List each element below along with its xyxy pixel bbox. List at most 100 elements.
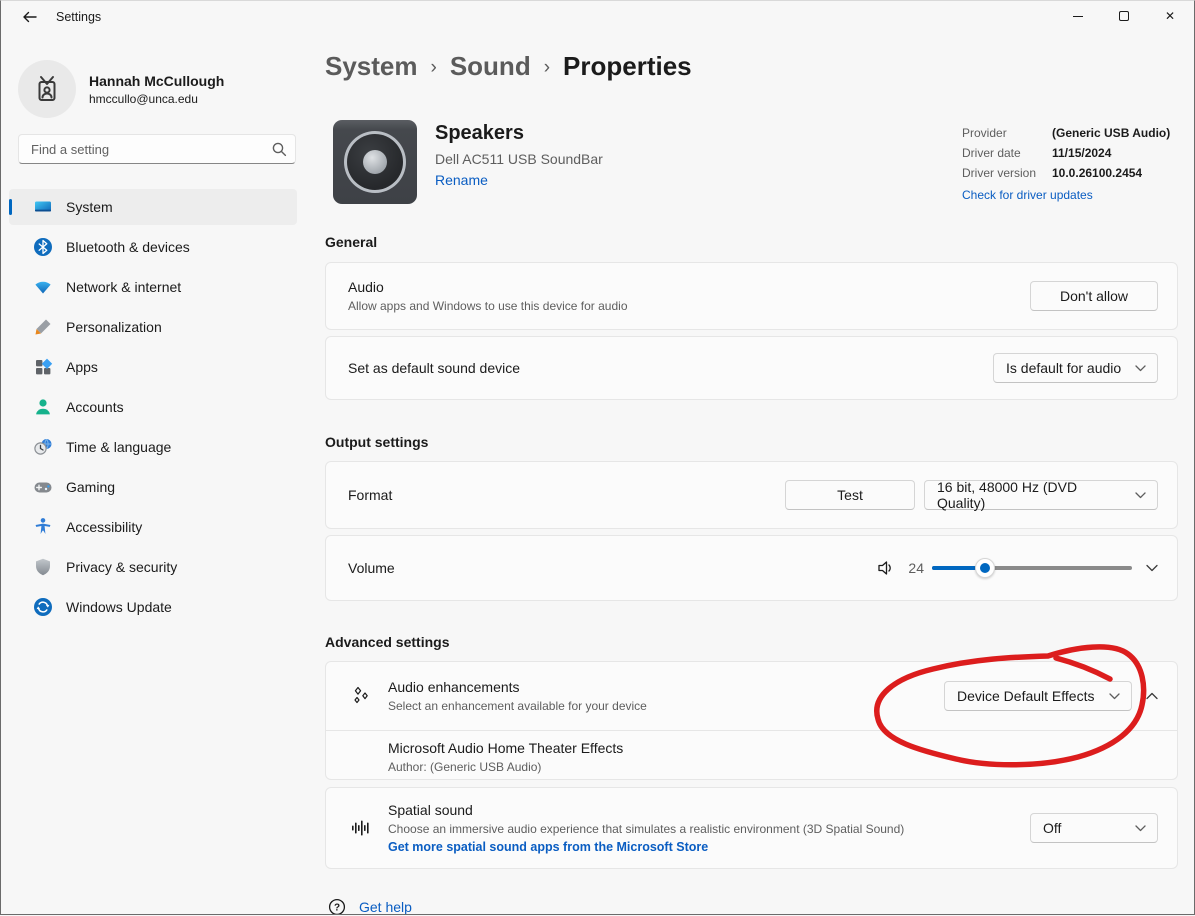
- device-description: Dell AC511 USB SoundBar: [435, 151, 603, 167]
- device-name: Speakers: [435, 122, 524, 145]
- sidebar-item-system[interactable]: System: [9, 189, 297, 225]
- sidebar-item-gaming[interactable]: Gaming: [9, 469, 297, 505]
- search-input[interactable]: [18, 134, 296, 164]
- maximize-button[interactable]: [1101, 0, 1147, 32]
- section-heading-output: Output settings: [325, 434, 428, 450]
- default-device-dropdown[interactable]: Is default for audio: [993, 353, 1158, 383]
- dont-allow-button[interactable]: Don't allow: [1030, 281, 1158, 311]
- enhancement-detail-row: Microsoft Audio Home Theater Effects Aut…: [326, 730, 1177, 780]
- sidebar-item-label: Windows Update: [66, 599, 172, 615]
- sidebar-item-label: Bluetooth & devices: [66, 239, 190, 255]
- rename-link[interactable]: Rename: [435, 172, 488, 188]
- get-help-link: Get help: [359, 899, 412, 915]
- sidebar-item-personalization[interactable]: Personalization: [9, 309, 297, 345]
- sidebar-item-label: Personalization: [66, 319, 162, 335]
- volume-value: 24: [908, 560, 924, 576]
- sparkles-icon: [350, 685, 372, 707]
- sidebar-item-accessibility[interactable]: Accessibility: [9, 509, 297, 545]
- audio-card: Audio Allow apps and Windows to use this…: [325, 262, 1178, 330]
- user-email: hmccullo@unca.edu: [89, 92, 224, 106]
- volume-card: Volume 24: [325, 535, 1178, 601]
- audio-title: Audio: [348, 279, 628, 295]
- breadcrumb-sound[interactable]: Sound: [450, 51, 531, 82]
- system-icon: [33, 197, 53, 217]
- volume-slider[interactable]: [932, 558, 1132, 578]
- main-content: System › Sound › Properties Speakers Del…: [325, 36, 1178, 915]
- test-button[interactable]: Test: [785, 480, 915, 510]
- minimize-icon: [1073, 16, 1083, 17]
- spatial-sound-dropdown-value: Off: [1043, 820, 1061, 836]
- device-header: Speakers Dell AC511 USB SoundBar Rename …: [325, 120, 1178, 216]
- sidebar-item-time-language[interactable]: Time & language: [9, 429, 297, 465]
- driver-info-label: Driver version: [962, 166, 1052, 180]
- sidebar-item-network-internet[interactable]: Network & internet: [9, 269, 297, 305]
- spatial-sound-store-link[interactable]: Get more spatial sound apps from the Mic…: [388, 840, 904, 854]
- volume-title: Volume: [348, 560, 395, 576]
- default-device-title: Set as default sound device: [348, 360, 520, 376]
- titlebar: Settings ✕: [0, 0, 1195, 36]
- back-arrow-icon: [21, 9, 38, 25]
- spatial-sound-dropdown[interactable]: Off: [1030, 813, 1158, 843]
- audio-description: Allow apps and Windows to use this devic…: [348, 299, 628, 313]
- sidebar-item-label: Time & language: [66, 439, 171, 455]
- sidebar-item-label: Accessibility: [66, 519, 142, 535]
- close-icon: ✕: [1165, 9, 1175, 23]
- search-icon[interactable]: [271, 141, 287, 157]
- sidebar-item-windows-update[interactable]: Windows Update: [9, 589, 297, 625]
- chevron-down-icon[interactable]: [1146, 564, 1158, 572]
- chevron-down-icon: [1135, 365, 1146, 372]
- user-name: Hannah McCullough: [89, 73, 224, 89]
- spatial-sound-title: Spatial sound: [388, 802, 904, 818]
- spatial-sound-card: Spatial sound Choose an immersive audio …: [325, 787, 1178, 869]
- svg-text:?: ?: [334, 903, 340, 914]
- minimize-button[interactable]: [1055, 0, 1101, 32]
- collapse-chevron-up-icon[interactable]: [1146, 692, 1158, 700]
- chevron-down-icon: [1109, 693, 1120, 700]
- network-icon: [33, 277, 53, 297]
- gaming-icon: [33, 477, 53, 497]
- accounts-icon: [33, 397, 53, 417]
- audio-enhancements-description: Select an enhancement available for your…: [388, 699, 647, 713]
- audio-enhancements-dropdown-value: Device Default Effects: [957, 688, 1094, 704]
- personalization-icon: [33, 317, 53, 337]
- audio-enhancements-card: Audio enhancements Select an enhancement…: [325, 661, 1178, 780]
- sidebar-item-bluetooth-devices[interactable]: Bluetooth & devices: [9, 229, 297, 265]
- help-icon: ?: [328, 898, 346, 916]
- sidebar-item-label: Privacy & security: [66, 559, 177, 575]
- sidebar-item-label: Network & internet: [66, 279, 181, 295]
- volume-slider-thumb[interactable]: [975, 558, 995, 578]
- sidebar-item-label: Accounts: [66, 399, 124, 415]
- breadcrumb-system[interactable]: System: [325, 51, 418, 82]
- get-help[interactable]: ? Get help: [328, 898, 412, 916]
- default-device-card: Set as default sound device Is default f…: [325, 336, 1178, 400]
- check-driver-updates-link[interactable]: Check for driver updates: [962, 188, 1093, 202]
- spatial-sound-description: Choose an immersive audio experience tha…: [388, 822, 904, 836]
- breadcrumb-separator: ›: [544, 57, 550, 79]
- close-button[interactable]: ✕: [1147, 0, 1193, 32]
- speaker-device-image: [333, 120, 417, 204]
- id-badge-icon: [31, 73, 63, 105]
- sidebar-item-label: Apps: [66, 359, 98, 375]
- section-heading-general: General: [325, 234, 377, 250]
- format-dropdown[interactable]: 16 bit, 48000 Hz (DVD Quality): [924, 480, 1158, 510]
- sidebar: Hannah McCullough hmccullo@unca.edu Syst…: [0, 36, 312, 915]
- driver-info-value: 11/15/2024: [1052, 146, 1111, 160]
- privacy-security-icon: [33, 557, 53, 577]
- audio-enhancements-dropdown[interactable]: Device Default Effects: [944, 681, 1132, 711]
- audio-enhancements-title: Audio enhancements: [388, 679, 647, 695]
- sidebar-item-label: System: [66, 199, 113, 215]
- default-device-dropdown-value: Is default for audio: [1006, 360, 1121, 376]
- chevron-down-icon: [1135, 492, 1146, 499]
- accessibility-icon: [33, 517, 53, 537]
- user-profile[interactable]: Hannah McCullough hmccullo@unca.edu: [18, 60, 224, 118]
- chevron-down-icon: [1135, 825, 1146, 832]
- app-title: Settings: [56, 10, 101, 24]
- sidebar-item-apps[interactable]: Apps: [9, 349, 297, 385]
- sidebar-item-privacy-security[interactable]: Privacy & security: [9, 549, 297, 585]
- apps-icon: [33, 357, 53, 377]
- sidebar-item-accounts[interactable]: Accounts: [9, 389, 297, 425]
- back-button[interactable]: [14, 4, 44, 30]
- section-heading-advanced: Advanced settings: [325, 634, 449, 650]
- sidebar-nav: System Bluetooth & devices Network & int…: [9, 189, 297, 629]
- enhancement-author: Author: (Generic USB Audio): [388, 760, 1158, 774]
